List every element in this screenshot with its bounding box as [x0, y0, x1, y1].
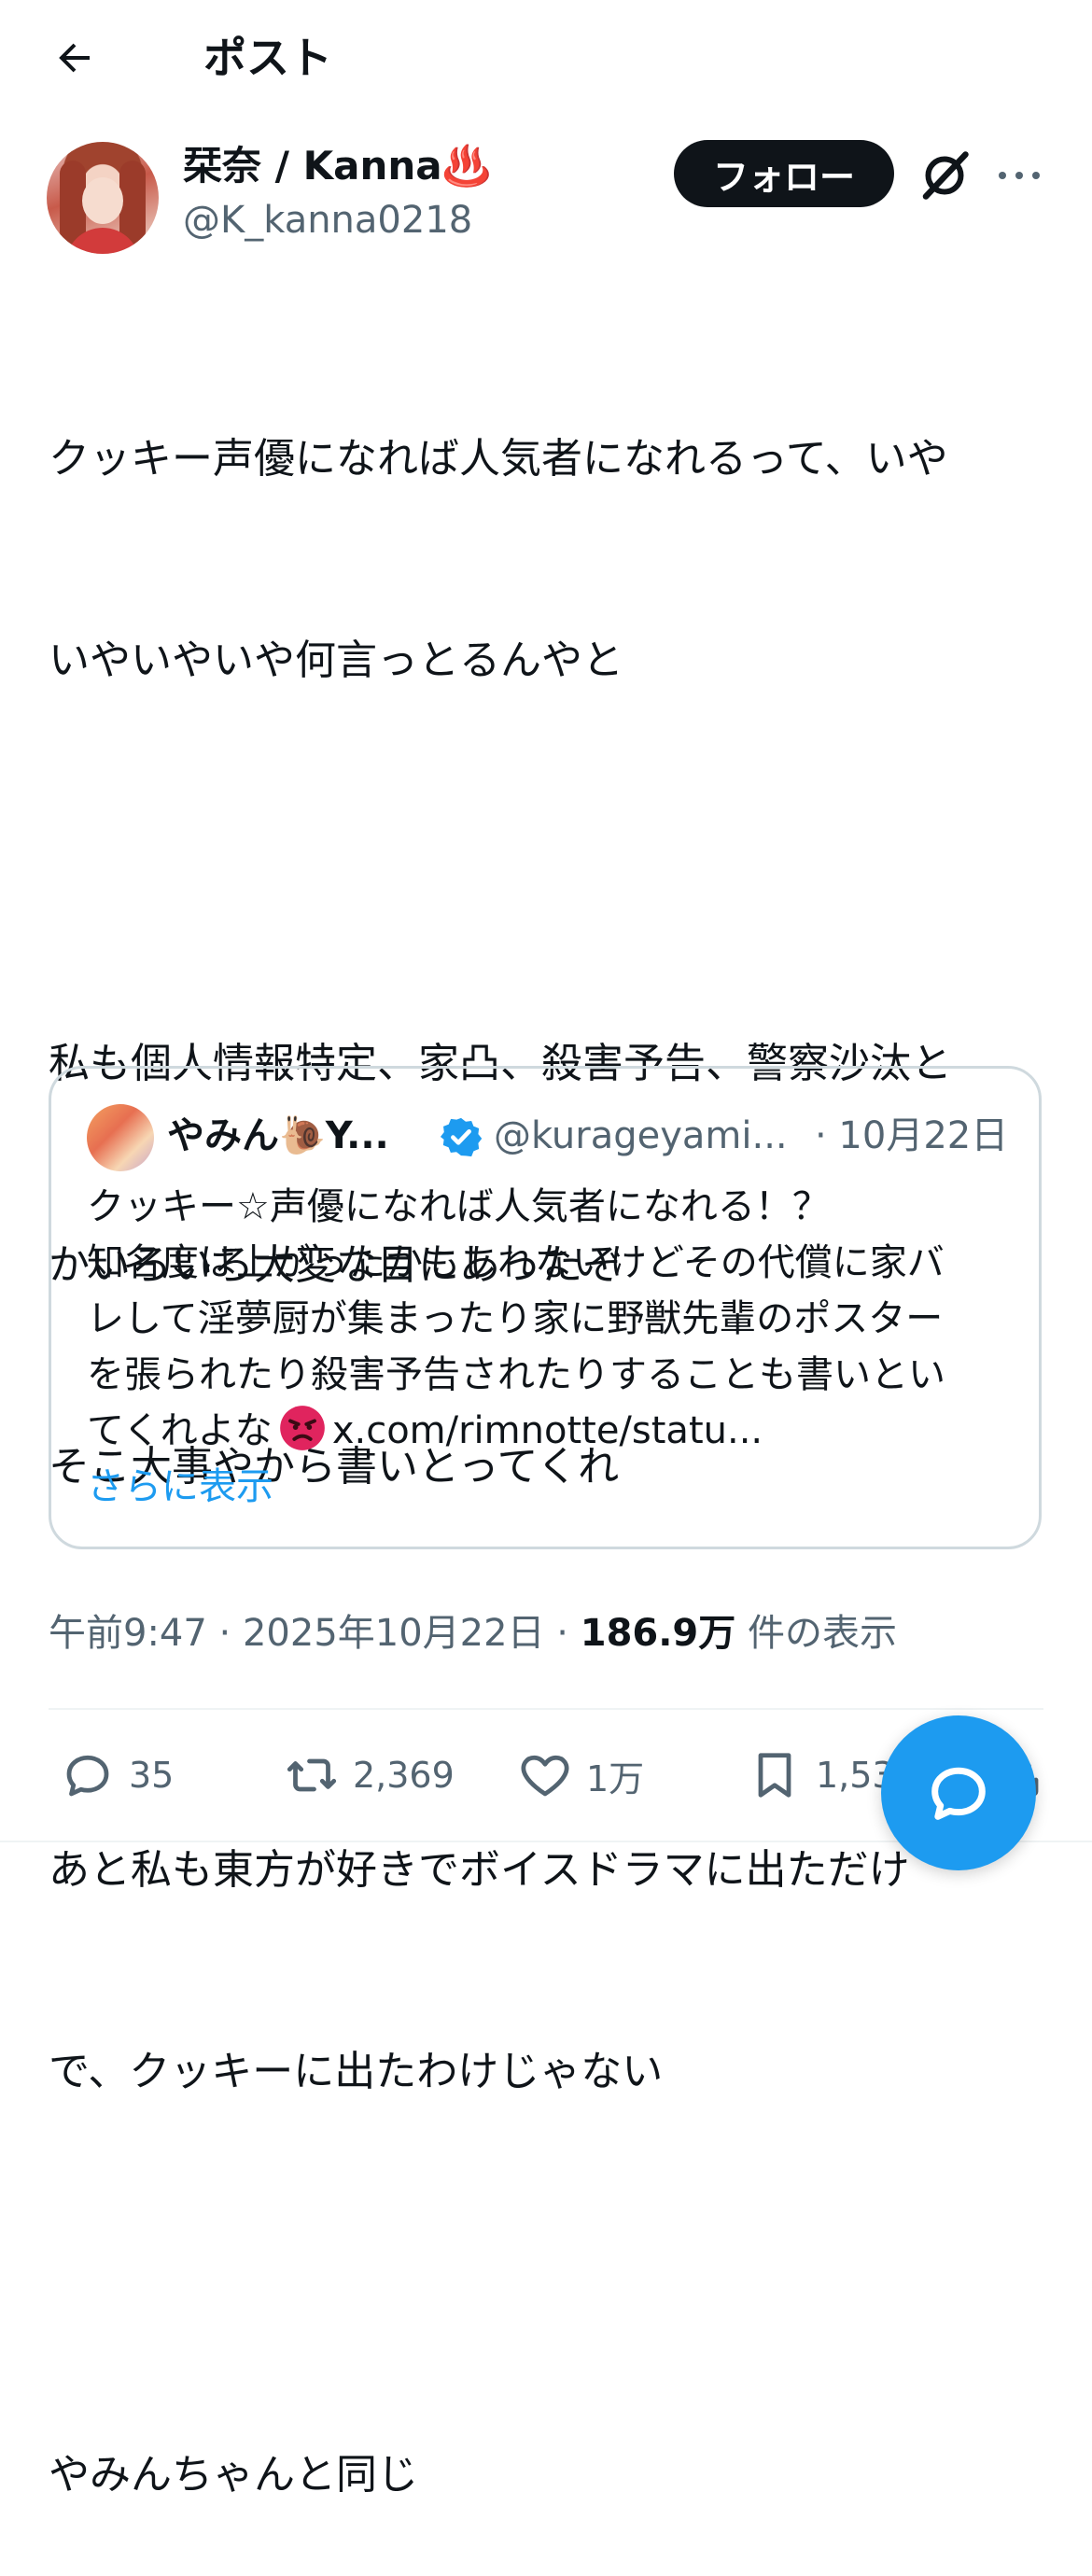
quoted-post-card[interactable]: やみん🐌Y... @kurageyami... · 10月22日 クッキー☆声優…	[49, 1066, 1042, 1549]
quoted-line: 知名度は上がったかもしれないけどその代償に家バ	[87, 1241, 945, 1284]
quoted-date: · 10月22日	[815, 1114, 1009, 1157]
show-more-link[interactable]: さらに表示	[87, 1459, 273, 1515]
post-line: で、クッキーに出たわけじゃない	[49, 2048, 664, 2095]
meta-separator: ·	[544, 1612, 581, 1655]
post-line: あと私も東方が好きでボイスドラマに出ただけ	[49, 1846, 910, 1894]
angry-face-icon	[279, 1406, 325, 1450]
grok-icon	[922, 151, 969, 200]
reply-icon	[66, 1755, 109, 1797]
post-date: 2025年10月22日	[242, 1612, 545, 1655]
post-line: クッキー声優になれば人気者になれるって、いや	[49, 435, 948, 483]
post-meta: 午前9:47 · 2025年10月22日 · 186.9万 件の表示	[49, 1605, 897, 1661]
heart-icon	[521, 1755, 569, 1797]
avatar[interactable]	[47, 142, 159, 254]
quoted-line: クッキー☆声優になれば人気者になれる！？	[87, 1185, 830, 1228]
post-line-blank	[49, 2240, 1047, 2307]
meta-separator: ·	[206, 1612, 243, 1655]
quoted-display-name: やみん🐌Y...	[167, 1114, 389, 1157]
bookmark-icon	[758, 1753, 791, 1798]
quoted-line-last: てくれよな x.com/rimnotte/statu...	[87, 1403, 1020, 1459]
quoted-line: を張られたり殺害予告されたりすることも書いとい	[87, 1353, 945, 1396]
repost-icon	[287, 1758, 337, 1792]
more-options-button[interactable]	[993, 147, 1045, 203]
quoted-avatar[interactable]	[87, 1104, 154, 1171]
author-username: @K_kanna0218	[183, 199, 473, 242]
quoted-line: レして淫夢厨が集まったり家に野獣先輩のポスター	[87, 1297, 944, 1340]
repost-button[interactable]: 2,369	[284, 1745, 455, 1805]
reply-count: 35	[129, 1755, 175, 1796]
reply-plus-icon	[931, 1767, 986, 1820]
post-line: いやいやいや何言っとるんやと	[49, 637, 623, 684]
verified-badge-icon	[440, 1115, 483, 1158]
arrow-left-icon	[59, 43, 90, 73]
like-button[interactable]: 1万	[517, 1745, 644, 1805]
views-label: 件の表示	[735, 1612, 897, 1655]
back-button[interactable]	[45, 28, 105, 88]
follow-button[interactable]: フォロー	[674, 140, 894, 207]
like-count: 1万	[586, 1757, 645, 1799]
post-line-blank	[49, 829, 1047, 896]
quoted-handle: @kurageyami...	[494, 1114, 788, 1157]
quoted-text: クッキー☆声優になれば人気者になれる！？ 知名度は上がったかもしれないけどその代…	[87, 1179, 1020, 1459]
divider	[49, 1708, 1043, 1710]
grok-button[interactable]	[917, 147, 973, 203]
more-icon	[999, 172, 1040, 179]
reply-button[interactable]: 35	[60, 1745, 174, 1805]
reply-fab-button[interactable]	[881, 1715, 1036, 1870]
page-title: ポスト	[203, 33, 332, 83]
quoted-link: x.com/rimnotte/statu...	[331, 1409, 763, 1452]
author-display-name[interactable]: 栞奈 / Kanna♨️	[183, 140, 491, 192]
post-line: やみんちゃんと同じ	[49, 2451, 418, 2499]
post-time: 午前9:47	[49, 1612, 207, 1655]
quoted-line-prefix: てくれよな	[87, 1409, 273, 1452]
views-count[interactable]: 186.9万	[581, 1612, 736, 1655]
repost-count: 2,369	[353, 1755, 455, 1796]
